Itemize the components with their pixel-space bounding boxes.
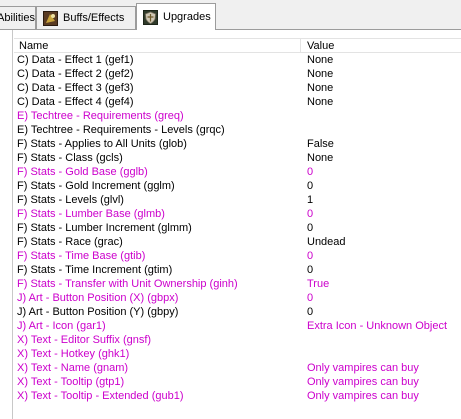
- table-row[interactable]: J) Art - Icon (gar1) Extra Icon - Unknown…: [14, 319, 461, 333]
- field-name: X) Text - Hotkey (ghk1): [17, 348, 130, 360]
- field-value: Only vampires can buy: [307, 362, 419, 374]
- object-tree-edge[interactable]: [0, 30, 13, 419]
- field-value: 0: [307, 166, 314, 178]
- field-value: 1: [307, 194, 314, 206]
- field-name: F) Stats - Class (gcls): [17, 152, 123, 164]
- field-value: 0: [307, 208, 314, 220]
- table-row[interactable]: J) Art - Button Position (Y) (gbpy) 0: [14, 305, 461, 319]
- field-name: J) Art - Button Position (Y) (gbpy): [17, 306, 179, 318]
- table-row[interactable]: F) Stats - Gold Increment (gglm) 0: [14, 179, 461, 193]
- field-value: None: [307, 68, 334, 80]
- field-name: C) Data - Effect 4 (gef4): [17, 96, 134, 108]
- tab-strip: Abilities Buffs/Effects Upgrades: [0, 0, 461, 30]
- field-name: F) Stats - Race (grac): [17, 236, 123, 248]
- table-row[interactable]: C) Data - Effect 1 (gef1) None: [14, 53, 461, 67]
- field-name: C) Data - Effect 1 (gef1): [17, 54, 134, 66]
- tab-upgrades-label: Upgrades: [163, 11, 211, 23]
- field-name: J) Art - Button Position (X) (gbpx): [17, 292, 179, 304]
- field-grid: Name Value C) Data - Effect 1 (gef1) None…: [14, 38, 461, 403]
- tab-buffs-effects-label: Buffs/Effects: [63, 12, 125, 24]
- field-value: Undead: [307, 236, 346, 248]
- field-name: C) Data - Effect 2 (gef2): [17, 68, 134, 80]
- table-row[interactable]: F) Stats - Transfer with Unit Ownership …: [14, 277, 461, 291]
- table-row[interactable]: F) Stats - Class (gcls) None: [14, 151, 461, 165]
- field-name: X) Text - Tooltip - Extended (gub1): [17, 390, 184, 402]
- field-value: Only vampires can buy: [307, 390, 419, 402]
- table-row[interactable]: F) Stats - Lumber Base (glmb) 0: [14, 207, 461, 221]
- field-value: 0: [307, 264, 314, 276]
- field-value: None: [307, 82, 334, 94]
- table-row[interactable]: F) Stats - Applies to All Units (glob) Fa…: [14, 137, 461, 151]
- buffs-icon: [43, 10, 58, 26]
- table-row[interactable]: E) Techtree - Requirements (greq): [14, 109, 461, 123]
- tab-abilities-label: Abilities: [0, 12, 35, 24]
- field-value: 0: [307, 180, 314, 192]
- grid-rows: C) Data - Effect 1 (gef1) None C) Data - E…: [14, 53, 461, 403]
- field-value: None: [307, 54, 334, 66]
- table-row[interactable]: X) Text - Name (gnam) Only vampires can b…: [14, 361, 461, 375]
- object-panel: Name Value C) Data - Effect 1 (gef1) None…: [0, 29, 461, 419]
- field-name: E) Techtree - Requirements (greq): [17, 110, 184, 122]
- field-name: F) Stats - Time Increment (gtim): [17, 264, 173, 276]
- table-row[interactable]: X) Text - Tooltip (gtp1) Only vampires ca…: [14, 375, 461, 389]
- field-name: X) Text - Tooltip (gtp1): [17, 376, 125, 388]
- field-name: F) Stats - Lumber Increment (glmm): [17, 222, 192, 234]
- field-name: F) Stats - Gold Increment (gglm): [17, 180, 175, 192]
- field-name: X) Text - Name (gnam): [17, 362, 129, 374]
- field-name: F) Stats - Levels (glvl): [17, 194, 124, 206]
- table-row[interactable]: C) Data - Effect 2 (gef2) None: [14, 67, 461, 81]
- field-value: 0: [307, 292, 314, 304]
- table-row[interactable]: F) Stats - Race (grac) Undead: [14, 235, 461, 249]
- column-header-value[interactable]: Value: [302, 39, 461, 53]
- field-value: False: [307, 138, 334, 150]
- column-header-name[interactable]: Name: [14, 39, 301, 53]
- grid-header: Name Value: [14, 38, 461, 53]
- field-name: J) Art - Icon (gar1): [17, 320, 106, 332]
- table-row[interactable]: F) Stats - Levels (glvl) 1: [14, 193, 461, 207]
- field-value: None: [307, 96, 334, 108]
- table-row[interactable]: X) Text - Hotkey (ghk1): [14, 347, 461, 361]
- table-row[interactable]: C) Data - Effect 4 (gef4) None: [14, 95, 461, 109]
- field-name: E) Techtree - Requirements - Levels (grq…: [17, 124, 225, 136]
- table-row[interactable]: F) Stats - Lumber Increment (glmm) 0: [14, 221, 461, 235]
- upgrade-shield-icon: [143, 9, 158, 25]
- table-row[interactable]: J) Art - Button Position (X) (gbpx) 0: [14, 291, 461, 305]
- table-row[interactable]: F) Stats - Time Base (gtib) 0: [14, 249, 461, 263]
- field-name: F) Stats - Transfer with Unit Ownership …: [17, 278, 238, 290]
- table-row[interactable]: C) Data - Effect 3 (gef3) None: [14, 81, 461, 95]
- field-value: True: [307, 278, 330, 290]
- table-row[interactable]: F) Stats - Time Increment (gtim) 0: [14, 263, 461, 277]
- field-name: X) Text - Editor Suffix (gnsf): [17, 334, 152, 346]
- field-name: F) Stats - Time Base (gtib): [17, 250, 146, 262]
- field-value: 0: [307, 250, 314, 262]
- table-row[interactable]: F) Stats - Gold Base (gglb) 0: [14, 165, 461, 179]
- field-value: Extra Icon - Unknown Object: [307, 320, 448, 332]
- field-name: C) Data - Effect 3 (gef3): [17, 82, 134, 94]
- field-value: 0: [307, 306, 314, 318]
- table-row[interactable]: E) Techtree - Requirements - Levels (grq…: [14, 123, 461, 137]
- field-name: F) Stats - Applies to All Units (glob): [17, 138, 187, 150]
- table-row[interactable]: X) Text - Editor Suffix (gnsf): [14, 333, 461, 347]
- tab-abilities[interactable]: Abilities: [0, 6, 36, 29]
- table-row[interactable]: X) Text - Tooltip - Extended (gub1) Only …: [14, 389, 461, 403]
- field-name: F) Stats - Lumber Base (glmb): [17, 208, 165, 220]
- field-value: Only vampires can buy: [307, 376, 419, 388]
- tab-upgrades[interactable]: Upgrades: [136, 3, 216, 30]
- tab-buffs-effects[interactable]: Buffs/Effects: [36, 6, 136, 29]
- field-value: None: [307, 152, 334, 164]
- field-name: F) Stats - Gold Base (gglb): [17, 166, 148, 178]
- field-value: 0: [307, 222, 314, 234]
